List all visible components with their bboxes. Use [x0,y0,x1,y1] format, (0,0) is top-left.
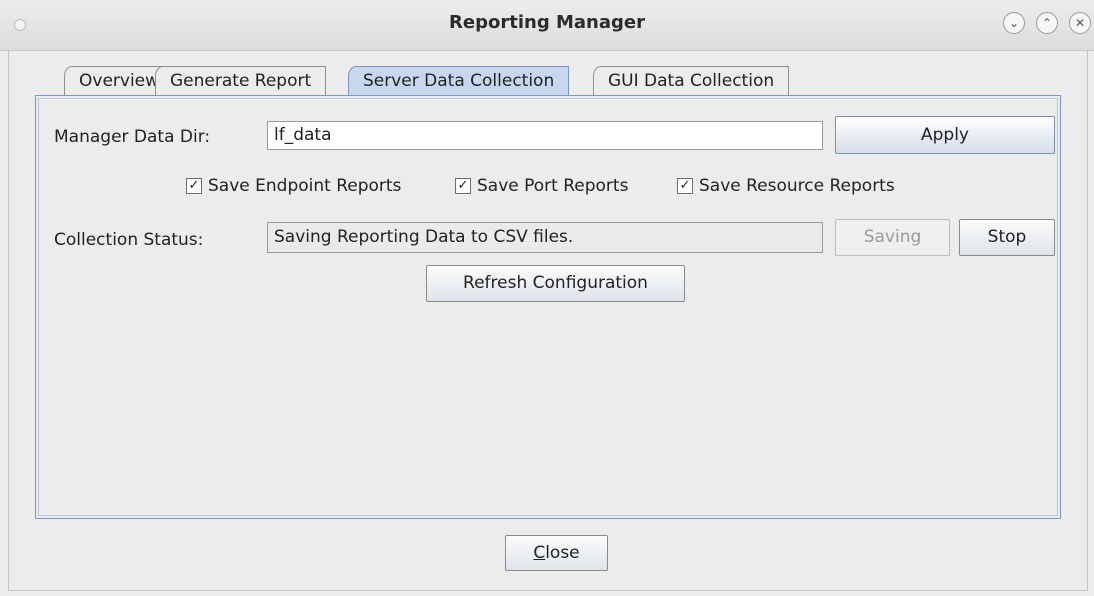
close-button[interactable]: Close [505,535,608,571]
data-dir-input[interactable]: lf_data [267,121,823,150]
tab-generate-report[interactable]: Generate Report [155,66,327,96]
apply-button[interactable]: Apply [835,116,1055,154]
tab-server-data-collection[interactable]: Server Data Collection [348,66,570,96]
window-title: Reporting Manager [449,12,645,33]
close-mnemonic: C [533,543,546,563]
minimize-button[interactable]: ⌄ [1003,12,1025,34]
data-dir-label: Manager Data Dir: [54,127,211,147]
save-endpoint-reports-checkbox[interactable]: ✓ Save Endpoint Reports [186,176,401,196]
checkmark-icon: ✓ [186,178,202,194]
stop-button[interactable]: Stop [959,219,1055,256]
chevron-down-icon: ⌄ [1008,16,1020,30]
tab-gui-data-collection[interactable]: GUI Data Collection [593,66,790,96]
checkmark-icon: ✓ [677,178,693,194]
saving-button: Saving [835,219,950,256]
server-data-collection-panel [35,95,1061,519]
save-port-reports-label: Save Port Reports [477,176,629,196]
save-port-reports-checkbox[interactable]: ✓ Save Port Reports [455,176,628,196]
refresh-configuration-button[interactable]: Refresh Configuration [426,265,685,302]
collection-status-field: Saving Reporting Data to CSV files. [267,222,823,253]
chevron-up-icon: ⌃ [1041,16,1053,30]
save-resource-reports-checkbox[interactable]: ✓ Save Resource Reports [677,176,895,196]
checkmark-icon: ✓ [455,178,471,194]
close-icon: ✕ [1074,16,1086,30]
close-label-rest: lose [545,543,580,563]
collection-status-label: Collection Status: [54,230,204,250]
close-window-button[interactable]: ✕ [1069,12,1091,34]
title-bar: Reporting Manager ⌄ ⌃ ✕ [0,0,1094,51]
maximize-button[interactable]: ⌃ [1036,12,1058,34]
save-endpoint-reports-label: Save Endpoint Reports [208,176,402,196]
save-resource-reports-label: Save Resource Reports [699,176,895,196]
